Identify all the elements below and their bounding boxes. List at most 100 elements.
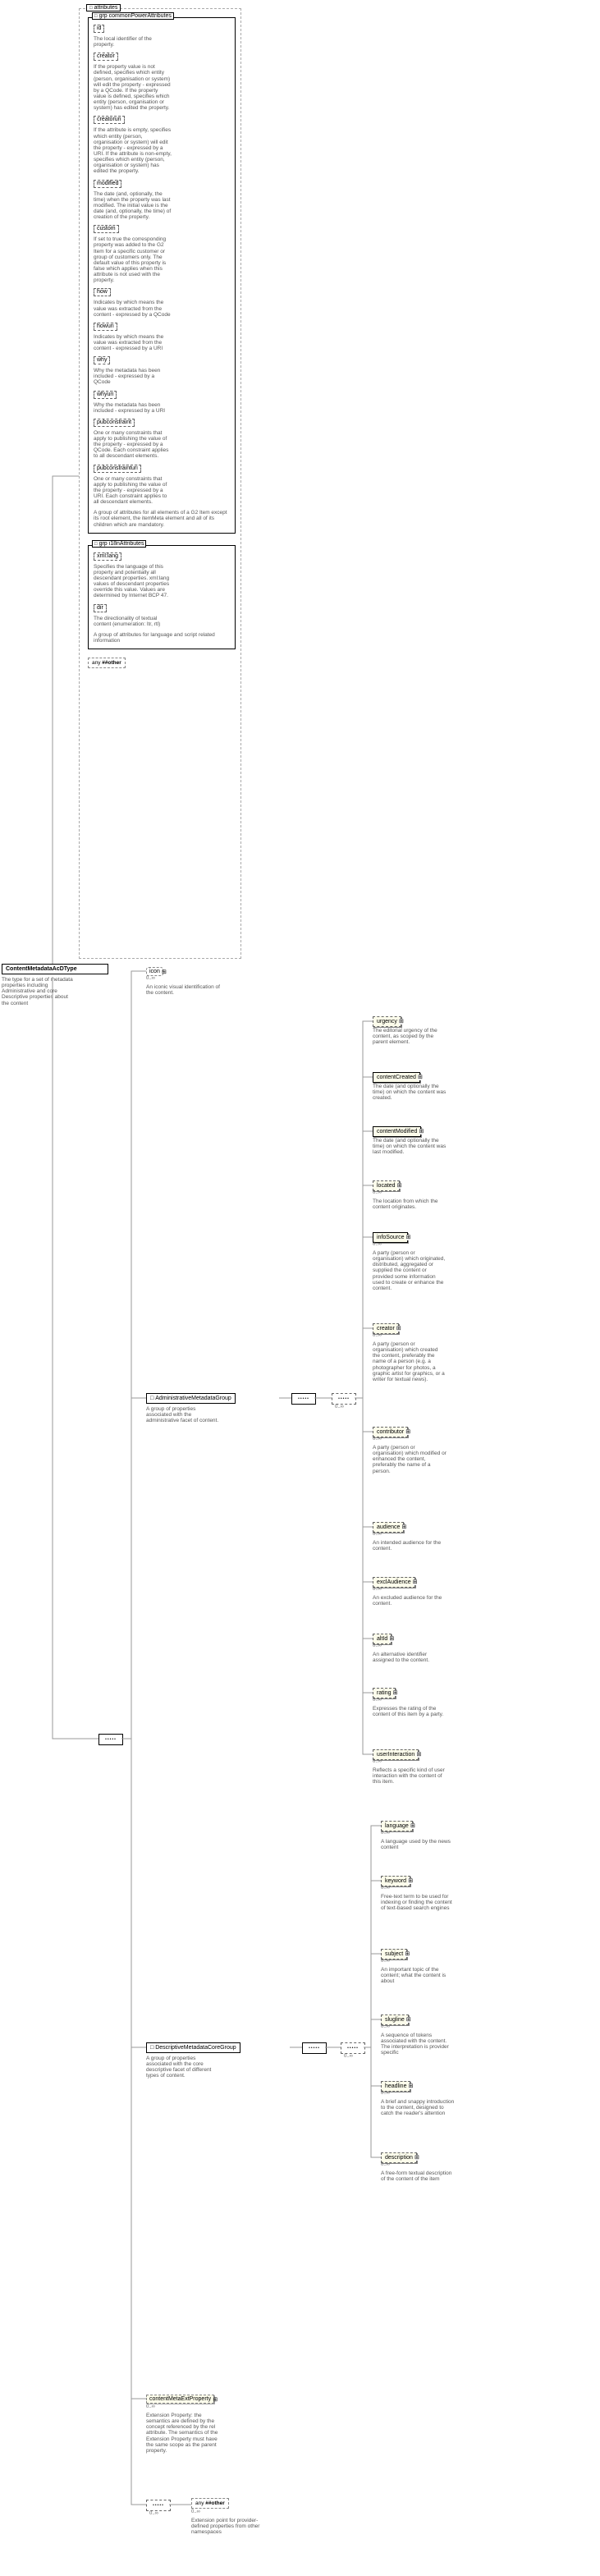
attr-desc: Why the metadata has been included - exp…: [94, 368, 172, 385]
desc-seq-icon: [302, 2042, 327, 2054]
desc-item-card: 0..∞: [381, 2091, 390, 2096]
desc-item-desc: A free-form textual description of the c…: [381, 2170, 455, 2182]
ext-seq-card: 0..∞: [149, 2511, 158, 2516]
desc-item-desc: A language used by the news content: [381, 1839, 455, 1850]
desc-item-desc: A sequence of tokens associated with the…: [381, 2033, 455, 2056]
desc-choice-icon: [341, 2042, 365, 2054]
admin-item-desc: The editorial urgency of the content, as…: [373, 1028, 447, 1045]
desc-item-card: 0..∞: [381, 2162, 390, 2167]
admin-seq-icon: [291, 1393, 316, 1405]
ext-prop-desc: Extension Property: the semantics are de…: [146, 2413, 220, 2454]
attr-desc: Indicates by which means the value was e…: [94, 300, 172, 317]
any-other-attr: any ##other: [88, 658, 126, 668]
attributes-header-label: attributes: [94, 5, 118, 11]
admin-item-card: 0..∞: [373, 1437, 382, 1442]
attr-name: creatoruri: [94, 116, 125, 124]
desc-choice-card: 0..∞: [344, 2054, 353, 2059]
i18n-header: □ grp i18nAttributes: [92, 540, 146, 548]
attr-item-custom: custom If set to true the corresponding …: [94, 225, 230, 283]
attr-desc: If set to true the corresponding propert…: [94, 236, 172, 283]
attr-name: xml:lang: [94, 552, 121, 561]
desc-group-box[interactable]: □ DescriptiveMetadataCoreGroup: [146, 2042, 240, 2053]
ext-prop-card: 0..∞: [146, 2404, 155, 2409]
attr-item-creatoruri: creatoruri If the attribute is empty, sp…: [94, 116, 230, 174]
common-power-group: □ grp commonPowerAttributes id The local…: [88, 17, 236, 534]
admin-item-desc: The date (and optionally the time) on wh…: [373, 1084, 447, 1101]
admin-item-desc: An alternative identifier assigned to th…: [373, 1652, 447, 1663]
i18n-group-desc: A group of attributes for language and s…: [94, 632, 230, 644]
attr-item-dir: dir The directionality of textual conten…: [94, 604, 230, 627]
admin-item-desc: An excluded audience for the content.: [373, 1595, 447, 1607]
desc-item-card: 0..∞: [381, 1959, 390, 1964]
admin-item-card: 0..∞: [373, 1587, 382, 1592]
attr-desc: One or many constraints that apply to pu…: [94, 476, 172, 506]
attr-item-modified: modified The date (and, optionally, the …: [94, 180, 230, 221]
admin-choice-icon: [332, 1393, 356, 1405]
attr-item-id: id The local identifier of the property.: [94, 25, 230, 48]
admin-item-urgency[interactable]: urgency: [373, 1016, 401, 1027]
desc-item-card: 0..∞: [381, 1831, 390, 1836]
attr-name: howuri: [94, 323, 117, 331]
attr-item-xmllang: xml:lang Specifies the language of this …: [94, 552, 230, 599]
admin-item-contentModified[interactable]: contentModified: [373, 1126, 421, 1137]
attr-desc: The local identifier of the property.: [94, 36, 172, 48]
attr-name: pubconstraint: [94, 419, 135, 427]
admin-group-box[interactable]: □ AdministrativeMetadataGroup: [146, 1393, 236, 1404]
attr-item-whyuri: whyuri Why the metadata has been include…: [94, 391, 230, 414]
admin-item-card: 0..∞: [373, 1643, 382, 1648]
attributes-container: attributes □ grp commonPowerAttributes i…: [79, 8, 241, 959]
admin-item-card: 0..∞: [373, 1333, 382, 1338]
admin-item-card: 0..∞: [373, 1242, 382, 1247]
desc-item-desc: An important topic of the content; what …: [381, 1967, 455, 1984]
admin-choice-card: 0..∞: [335, 1405, 344, 1409]
sequence-root-icon: [98, 1734, 123, 1745]
i18n-items: xml:lang Specifies the language of this …: [94, 552, 230, 627]
admin-item-card: 0..∞: [373, 1532, 382, 1537]
icon-card: 0..∞: [146, 976, 155, 981]
attr-item-howuri: howuri Indicates by which means the valu…: [94, 323, 230, 351]
attr-item-why: why Why the metadata has been included -…: [94, 356, 230, 385]
root-type-box: ContentMetadataAcDType: [2, 964, 108, 974]
admin-item-desc: An intended audience for the content.: [373, 1540, 447, 1552]
root-type-desc: The type for a set of metadata propertie…: [2, 977, 76, 1006]
attr-name: pubconstrainturi: [94, 465, 141, 473]
attr-name: custom: [94, 225, 119, 233]
attr-desc: Specifies the language of this property …: [94, 564, 172, 599]
desc-item-card: 0..∞: [381, 2024, 390, 2029]
attr-item-creator: creator If the property value is not def…: [94, 53, 230, 111]
attr-item-pubconstrainturi: pubconstrainturi One or many constraints…: [94, 465, 230, 506]
icon-element[interactable]: icon ⊞: [146, 967, 163, 976]
admin-item-contentCreated[interactable]: contentCreated: [373, 1072, 420, 1083]
any-other-element: any ##other: [191, 2498, 229, 2509]
admin-item-desc: A party (person or organisation) which o…: [373, 1250, 447, 1291]
admin-item-card: 0..∞: [373, 1698, 382, 1703]
attr-name: modified: [94, 180, 121, 188]
any-other-desc: Extension point for provider-defined pro…: [191, 2518, 265, 2535]
root-type-name: ContentMetadataAcDType: [6, 966, 77, 972]
attr-desc: If the attribute is empty, specifies whi…: [94, 127, 172, 174]
admin-item-desc: Reflects a specific kind of user interac…: [373, 1767, 447, 1785]
admin-item-card: 0..∞: [373, 1190, 382, 1195]
ext-seq-icon: [146, 2500, 171, 2511]
attr-name: dir: [94, 604, 107, 612]
any-other-card: 0..∞: [191, 2510, 200, 2514]
attr-desc: If the property value is not defined, sp…: [94, 64, 172, 111]
attr-name: id: [94, 25, 104, 33]
admin-item-desc: The date (and optionally the time) on wh…: [373, 1138, 447, 1155]
admin-item-desc: A party (person or organisation) which m…: [373, 1445, 447, 1474]
admin-item-card: 0..∞: [373, 1759, 382, 1764]
attr-desc: The date (and, optionally, the time) whe…: [94, 191, 172, 221]
attr-name: creator: [94, 53, 118, 61]
attr-item-pubconstraint: pubconstraint One or many constraints th…: [94, 419, 230, 460]
ext-prop-element[interactable]: contentMetaExtProperty ⊞: [146, 2395, 214, 2404]
attr-name: whyuri: [94, 391, 117, 399]
icon-desc: An iconic visual identification of the c…: [146, 984, 220, 996]
common-power-items: id The local identifier of the property.…: [94, 25, 230, 505]
attr-name: how: [94, 288, 111, 296]
common-power-header: □ grp commonPowerAttributes: [92, 12, 174, 20]
desc-group-desc: A group of properties associated with th…: [146, 2056, 220, 2079]
admin-item-desc: A party (person or organisation) which c…: [373, 1341, 447, 1382]
attr-desc: The directionality of textual content (e…: [94, 616, 172, 627]
desc-item-desc: Free-text term to be used for indexing o…: [381, 1894, 455, 1911]
desc-item-card: 0..∞: [381, 1886, 390, 1891]
